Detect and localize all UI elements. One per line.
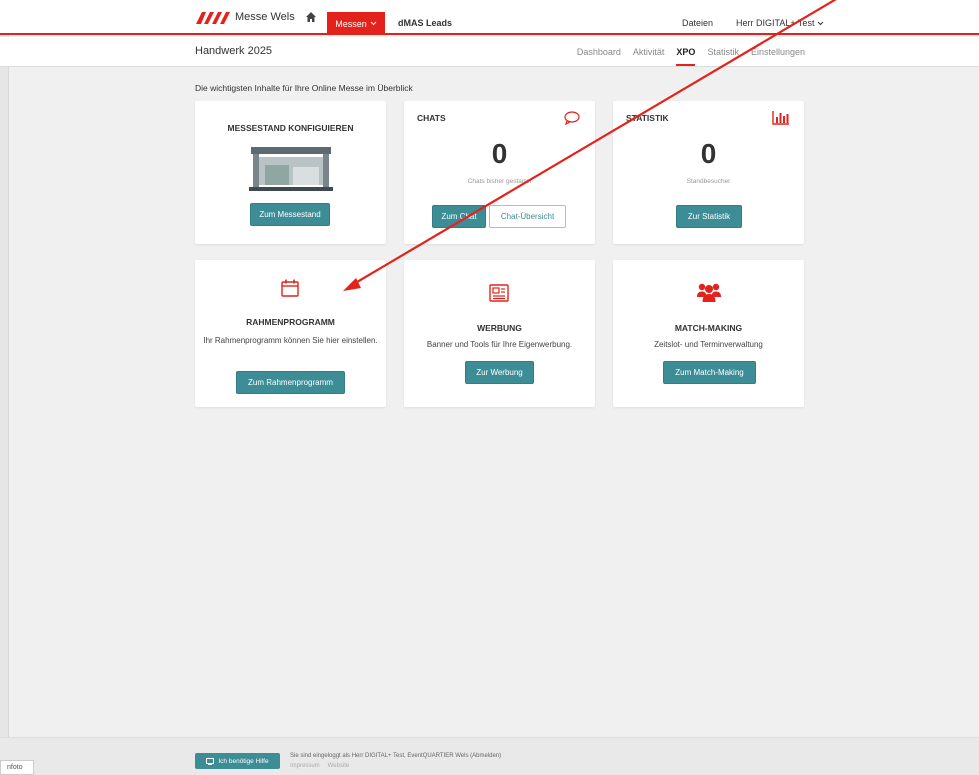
footer-links: Impressum Website [290,763,349,769]
zum-messestand-button[interactable]: Zum Messestand [250,203,330,226]
statistik-card: STATISTIK 0 Standbesucher Zur Statistik [613,101,804,244]
chat-bubble-icon[interactable] [564,111,580,125]
website-link[interactable]: Website [328,763,350,769]
card-title: MATCH-MAKING [674,323,743,333]
zur-werbung-button[interactable]: Zur Werbung [465,361,534,384]
tab-statistik[interactable]: Statistik [707,47,739,66]
tab-einstellungen[interactable]: Einstellungen [751,47,805,66]
help-icon [206,757,215,765]
card-title: RAHMENPROGRAMM [246,317,335,327]
chats-count: 0 [491,138,508,169]
chevron-down-icon [817,21,824,26]
dmas-leads-link[interactable]: dMAS Leads [398,18,452,28]
messestand-card: MESSESTAND KONFIGUIEREN Zum Messestand [195,101,386,244]
calendar-icon [281,279,299,297]
chats-caption: Chats bisher gestartet [467,178,532,185]
sub-navbar: Handwerk 2025 Dashboard Aktivität XPO St… [0,37,979,67]
card-title: CHATS [417,113,446,123]
card-description: Banner und Tools für Ihre Eigenwerbung. [426,340,573,349]
impressum-link[interactable]: Impressum [290,763,320,769]
booth-image [249,147,333,191]
user-menu[interactable]: Herr DIGITAL+ Test [736,18,824,28]
help-label: Ich benötige Hilfe [218,757,269,765]
tab-bar: Dashboard Aktivität XPO Statistik Einste… [577,47,805,66]
left-window-edge [0,0,9,775]
card-title: WERBUNG [477,323,522,333]
card-title: MESSESTAND KONFIGUIEREN [227,123,354,133]
page-title: Handwerk 2025 [195,45,273,57]
chats-card: CHATS 0 Chats bisher gestartet Zum Chat … [404,101,595,244]
corner-tab[interactable]: nfoto [0,760,34,775]
standbesucher-caption: Standbesucher [686,178,731,185]
matchmaking-card: MATCH-MAKING Zeitslot- und Terminverwalt… [613,260,804,407]
zum-rahmenprogramm-button[interactable]: Zum Rahmenprogramm [236,371,345,394]
tab-xpo[interactable]: XPO [676,47,696,66]
messen-menu-button[interactable]: Messen [327,12,385,35]
messen-label: Messen [335,18,367,29]
tab-aktivitaet[interactable]: Aktivität [633,47,665,66]
dateien-link[interactable]: Dateien [682,18,713,28]
rahmenprogramm-card: RAHMENPROGRAMM Ihr Rahmenprogramm können… [195,260,386,407]
users-icon [697,283,721,302]
werbung-card: WERBUNG Banner und Tools für Ihre Eigenw… [404,260,595,407]
zum-chat-button[interactable]: Zum Chat [432,205,486,228]
logo-icon [196,12,230,24]
newspaper-icon [489,284,509,302]
card-title: STATISTIK [626,113,669,123]
tab-dashboard[interactable]: Dashboard [577,47,621,66]
standbesucher-count: 0 [700,138,717,169]
footer: Ich benötige Hilfe Sie sind eingeloggt a… [0,737,979,775]
user-name: Herr DIGITAL+ Test [736,18,815,28]
logo-text: Messe Wels [235,11,295,23]
chat-uebersicht-button[interactable]: Chat-Übersicht [489,205,566,228]
bar-chart-icon[interactable] [772,110,790,125]
zum-match-making-button[interactable]: Zum Match-Making [663,361,756,384]
zur-statistik-button[interactable]: Zur Statistik [676,205,742,228]
intro-text: Die wichtigsten Inhalte für Ihre Online … [195,83,413,93]
top-navbar: Messe Wels Messen dMAS Leads Dateien Her… [0,0,979,35]
home-icon[interactable] [305,11,317,23]
card-description: Ihr Rahmenprogramm können Sie hier einst… [203,336,378,345]
logo[interactable]: Messe Wels [196,10,295,24]
login-status: Sie sind eingeloggt als Herr DIGITAL+ Te… [290,753,502,759]
card-description: Zeitslot- und Terminverwaltung [654,340,763,349]
chevron-down-icon [370,21,377,26]
help-button[interactable]: Ich benötige Hilfe [195,753,280,769]
